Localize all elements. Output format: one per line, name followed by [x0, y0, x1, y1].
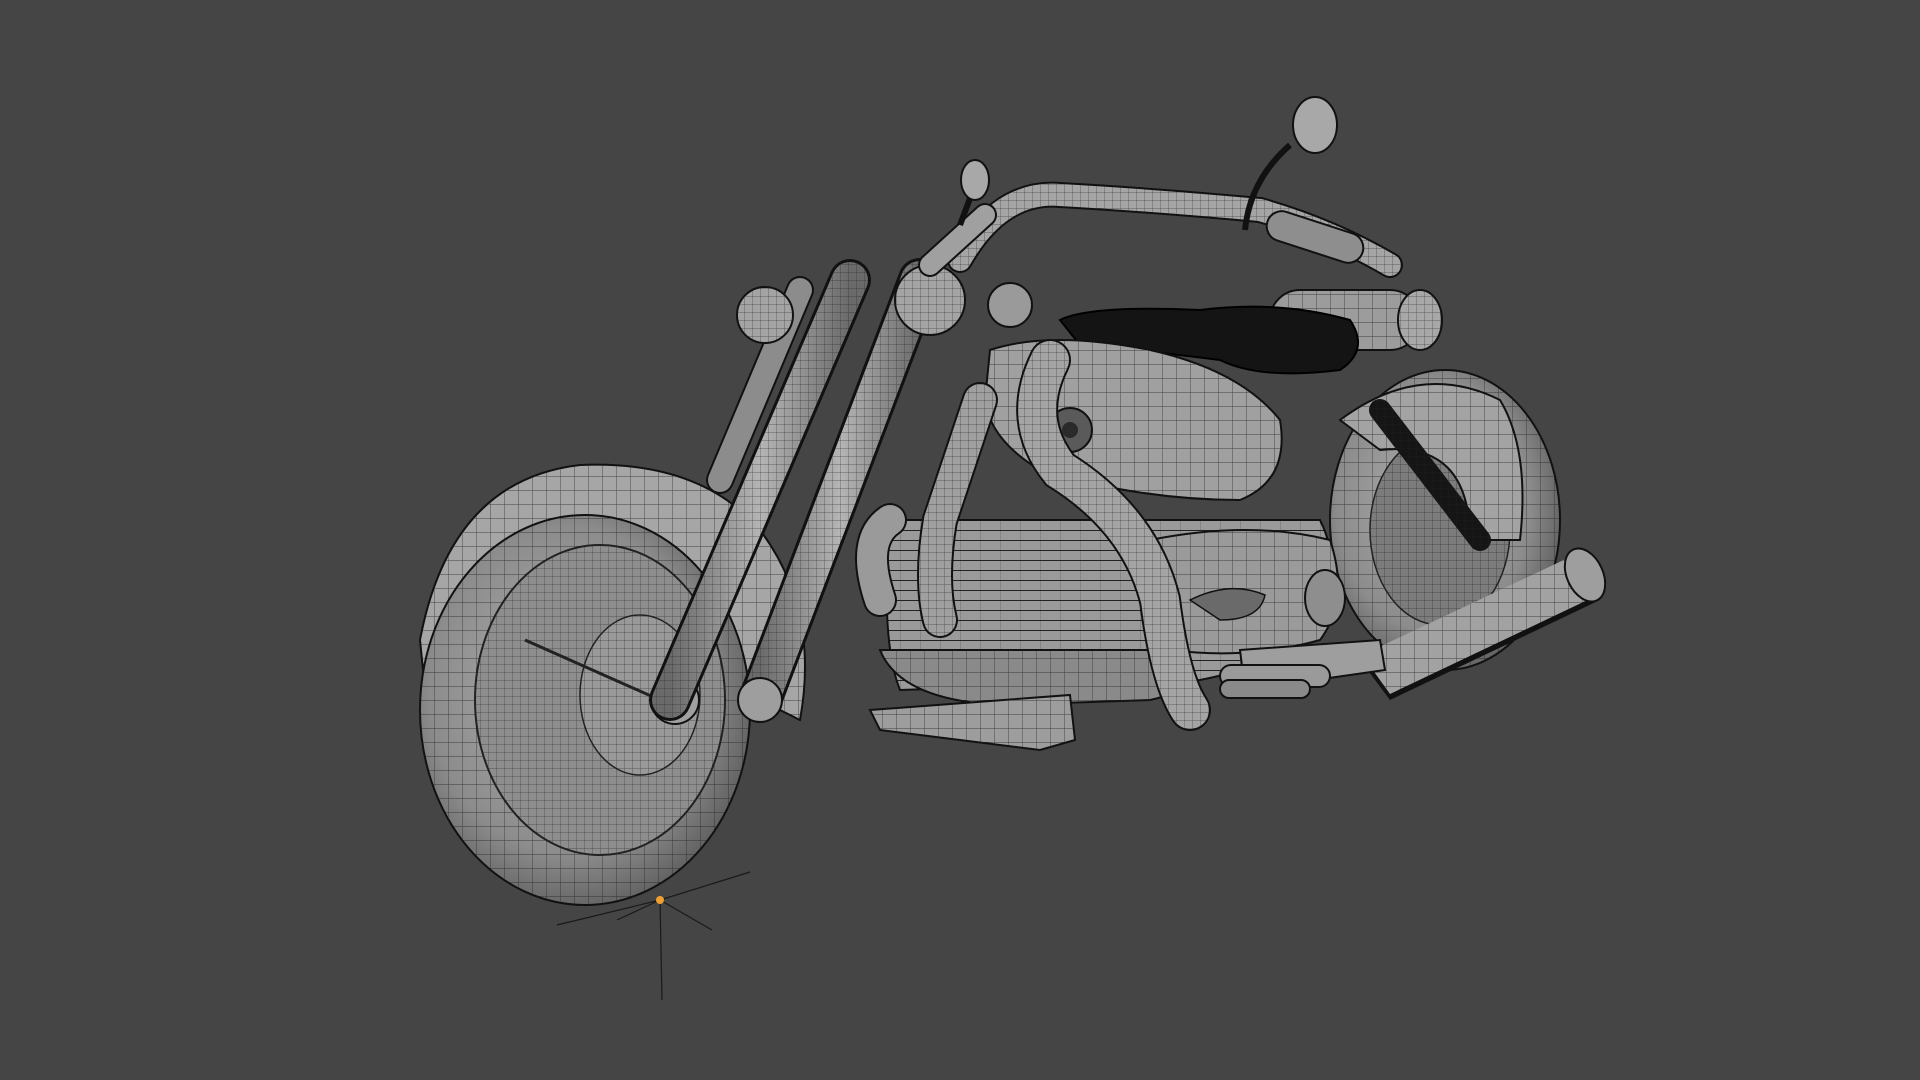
front-wheel [419, 514, 751, 906]
3d-viewport[interactable] [0, 0, 1920, 1080]
foot-pegs [1219, 664, 1331, 699]
motorcycle-mesh-render[interactable] [0, 0, 1920, 1080]
